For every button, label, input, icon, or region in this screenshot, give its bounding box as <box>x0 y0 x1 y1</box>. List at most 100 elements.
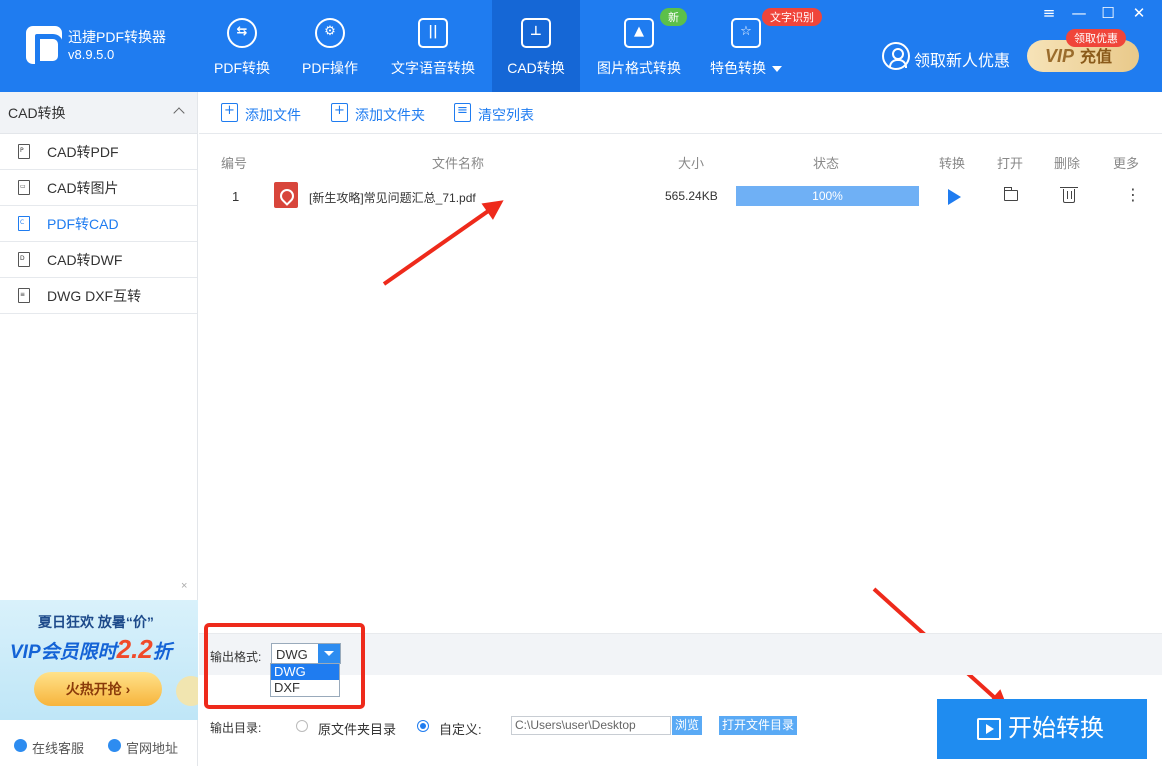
ad-decoration <box>176 676 198 706</box>
minimize-icon[interactable]: — <box>1069 4 1089 22</box>
col-header-delete: 删除 <box>1054 156 1081 171</box>
radio-custom-folder[interactable] <box>417 720 429 732</box>
vip-label: VIP <box>1045 46 1075 66</box>
add-file-button[interactable]: + 添加文件 <box>221 103 301 125</box>
trash-icon: ≡ <box>454 103 471 122</box>
conversion-progress-bar: 100% <box>736 186 919 206</box>
ad-cta-button[interactable]: 火热开抢 › <box>34 672 162 706</box>
file-name: [新生攻略]常见问题汇总_71.pdf <box>309 191 476 205</box>
audio-wave-icon: || <box>418 18 448 48</box>
app-version: v8.9.5.0 <box>68 47 115 62</box>
col-header-status: 状态 <box>813 156 840 171</box>
delete-icon[interactable] <box>1060 187 1078 203</box>
more-options-icon[interactable]: ⋮ <box>1125 187 1141 203</box>
sidebar-item-label: CAD转DWF <box>47 252 123 268</box>
ad-close-icon[interactable]: × <box>181 580 187 592</box>
sidebar-item-cad-to-image[interactable]: ▭ CAD转图片 <box>0 170 197 206</box>
feature-icon: ☆ <box>731 18 761 48</box>
vip-discount-badge: 领取优惠 <box>1066 29 1126 47</box>
ad-offer: VIP会员限时2.2折 <box>10 634 172 664</box>
start-convert-label: 开始转换 <box>1008 715 1104 742</box>
sidebar-section-title: CAD转换 <box>8 105 66 121</box>
globe-icon <box>108 739 121 752</box>
file-icon: ≡ <box>18 288 30 303</box>
tab-pdf-convert[interactable]: ⇆ PDF转换 <box>200 0 284 92</box>
app-name: 迅捷PDF转换器 <box>68 29 166 45</box>
sidebar-footer: 在线客服 官网地址 <box>0 722 198 766</box>
app-header: 迅捷PDF转换器 v8.9.5.0 ⇆ PDF转换 ⚙ PDF操作 || 文字语… <box>0 0 1162 92</box>
image-icon: ▲ <box>624 18 654 48</box>
add-folder-icon: + <box>331 103 348 122</box>
col-header-no: 编号 <box>221 156 248 171</box>
tab-pdf-operate[interactable]: ⚙ PDF操作 <box>290 0 370 92</box>
headset-icon <box>14 739 27 752</box>
col-header-name: 文件名称 <box>432 156 485 171</box>
menu-icon[interactable]: ≡ <box>1039 4 1059 22</box>
recharge-label: 充值 <box>1080 49 1113 66</box>
custom-folder-label: 自定义: <box>439 722 482 737</box>
newcomer-promo-link[interactable]: 领取新人优惠 <box>914 47 1010 71</box>
tab-label: 图片格式转换 <box>597 60 681 76</box>
sidebar-item-label: CAD转图片 <box>47 180 119 196</box>
sidebar-item-label: CAD转PDF <box>47 144 119 160</box>
start-convert-button[interactable]: 开始转换 <box>937 699 1147 759</box>
file-icon: C <box>18 216 30 231</box>
maximize-icon[interactable]: ☐ <box>1098 4 1118 22</box>
sidebar-item-cad-to-dwf[interactable]: D CAD转DWF <box>0 242 197 278</box>
close-icon[interactable]: ✕ <box>1129 4 1149 22</box>
tab-label: CAD转换 <box>507 60 565 76</box>
tab-cad-convert[interactable]: ⊥ CAD转换 <box>492 0 580 92</box>
ad-headline: 夏日狂欢 放暑“价” <box>38 614 154 630</box>
original-folder-label: 原文件夹目录 <box>318 722 397 737</box>
image-file-icon: ▭ <box>18 180 30 195</box>
col-header-size: 大小 <box>678 156 705 171</box>
toolbar: + 添加文件 + 添加文件夹 ≡ 清空列表 <box>199 92 1162 134</box>
add-folder-button[interactable]: + 添加文件夹 <box>331 103 425 125</box>
add-file-icon: + <box>221 103 238 122</box>
row-number: 1 <box>232 189 240 204</box>
sidebar-item-pdf-to-cad[interactable]: C PDF转CAD <box>0 206 197 242</box>
sidebar-item-cad-to-pdf[interactable]: P CAD转PDF <box>0 134 197 170</box>
file-size: 565.24KB <box>665 189 718 203</box>
annotation-highlight-box <box>204 623 365 709</box>
tab-label: PDF操作 <box>302 60 358 76</box>
chevron-down-icon <box>772 66 782 73</box>
app-logo <box>26 26 63 66</box>
chevron-up-icon <box>173 107 185 119</box>
folder-open-icon[interactable] <box>1004 187 1018 201</box>
pdf-convert-icon: ⇆ <box>227 18 257 48</box>
sidebar-item-dwg-dxf[interactable]: ≡ DWG DXF互转 <box>0 278 197 314</box>
col-header-open: 打开 <box>997 156 1024 171</box>
sidebar-item-label: PDF转CAD <box>47 216 119 232</box>
vip-ad-banner[interactable]: 夏日狂欢 放暑“价” VIP会员限时2.2折 火热开抢 › <box>0 600 198 720</box>
progress-text: 100% <box>812 189 843 203</box>
tab-label: 特色转换 <box>700 58 792 78</box>
ocr-badge: 文字识别 <box>762 8 822 26</box>
sidebar: CAD转换 P CAD转PDF ▭ CAD转图片 C PDF转CAD D CAD转DWF… <box>0 92 198 766</box>
output-path-input[interactable]: C:\Users\user\Desktop <box>511 716 671 735</box>
cad-icon: ⊥ <box>521 18 551 48</box>
sidebar-item-label: DWG DXF互转 <box>47 288 142 304</box>
tab-label: PDF转换 <box>214 60 270 76</box>
pdf-operate-icon: ⚙ <box>315 18 345 48</box>
sidebar-section-header[interactable]: CAD转换 <box>0 92 197 134</box>
clear-list-button[interactable]: ≡ 清空列表 <box>454 103 534 125</box>
radio-original-folder[interactable] <box>296 720 308 732</box>
online-service-link[interactable]: 在线客服 <box>14 738 84 757</box>
col-header-convert: 转换 <box>939 156 966 171</box>
output-dir-label: 输出目录: <box>210 721 262 735</box>
file-icon: D <box>18 252 30 267</box>
pdf-file-icon <box>274 182 298 208</box>
play-box-icon <box>977 718 1001 740</box>
open-output-dir-button[interactable]: 打开文件目录 <box>719 716 798 735</box>
play-icon[interactable] <box>948 189 961 205</box>
col-header-more: 更多 <box>1113 156 1140 171</box>
table-row: 1 [新生攻略]常见问题汇总_71.pdf 565.24KB 100% ⋮ <box>199 176 1162 216</box>
file-icon: P <box>18 144 30 159</box>
official-site-link[interactable]: 官网地址 <box>108 738 178 757</box>
table-header: 编号 文件名称 大小 状态 转换 打开 删除 更多 <box>199 134 1162 174</box>
tab-label: 文字语音转换 <box>391 60 475 76</box>
tab-text-audio[interactable]: || 文字语音转换 <box>382 0 484 92</box>
browse-button[interactable]: 浏览 <box>672 716 703 735</box>
user-icon[interactable] <box>882 42 910 70</box>
